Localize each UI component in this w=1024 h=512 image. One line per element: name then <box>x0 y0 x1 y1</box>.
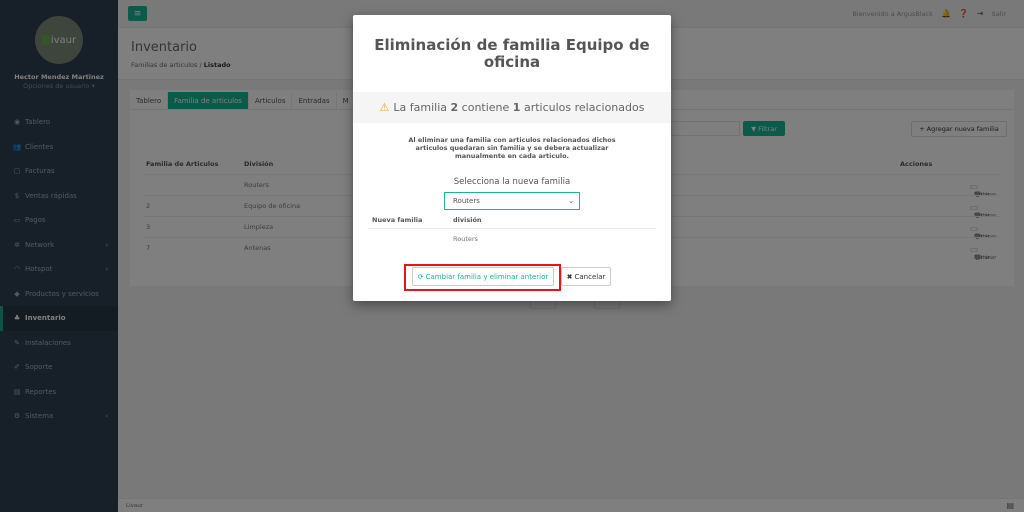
modal-title: Eliminación de familia Equipo de oficina <box>374 36 650 71</box>
table-divider <box>368 228 656 229</box>
warning-band: ⚠ La familia 2 contiene 1 articulos rela… <box>353 92 671 123</box>
select-value: Routers <box>453 197 480 205</box>
modal-message: Al eliminar una familia con articulos re… <box>408 136 616 160</box>
warning-mid: contiene <box>458 101 513 114</box>
new-family-select[interactable]: Routers ⌄ <box>444 192 580 210</box>
cancel-label: Cancelar <box>574 272 606 281</box>
refresh-icon: ⟳ <box>417 272 424 281</box>
warning-text: La familia 2 contiene 1 articulos relaci… <box>393 101 644 114</box>
change-family-label: Cambiar familia y eliminar anterior <box>425 272 549 281</box>
column-header-division: división <box>453 216 482 224</box>
warning-icon: ⚠ <box>379 101 390 114</box>
select-label: Selecciona la nueva familia <box>453 177 571 187</box>
close-icon: ✖ <box>566 272 573 281</box>
warning-suffix: articulos relacionados <box>520 101 645 114</box>
cancel-button[interactable]: ✖ Cancelar <box>561 267 611 286</box>
new-family-division: Routers <box>453 235 478 243</box>
column-header-new-family: Nueva familia <box>372 216 423 224</box>
warning-prefix: La familia <box>393 101 451 114</box>
chevron-down-icon: ⌄ <box>568 197 574 205</box>
change-family-button[interactable]: ⟳ Cambiar familia y eliminar anterior <box>412 267 554 286</box>
delete-family-modal: Eliminación de familia Equipo de oficina… <box>353 15 671 301</box>
